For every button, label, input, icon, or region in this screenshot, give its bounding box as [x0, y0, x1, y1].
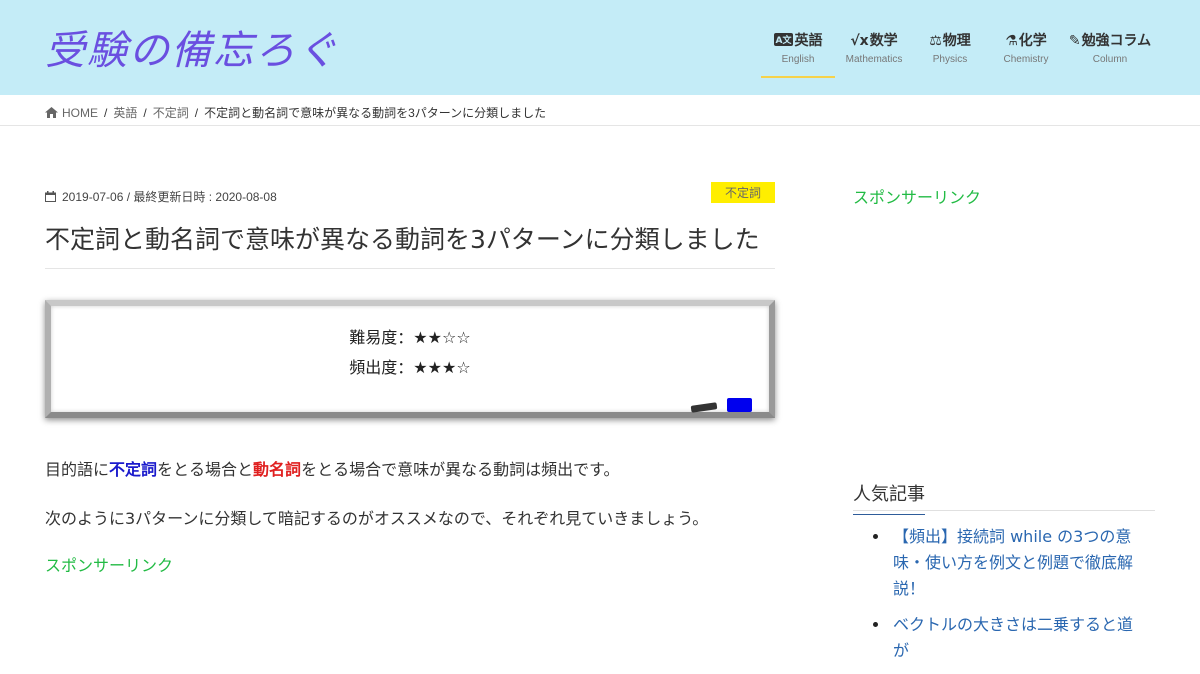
breadcrumb-infinitive[interactable]: 不定詞 [153, 104, 189, 121]
published-date: 2019-07-06 [62, 189, 124, 204]
eraser-icon [690, 402, 718, 413]
popular-list: 【頻出】接続詞 while の3つの意味・使い方を例文と例題で徹底解説！ ベクト… [873, 524, 1143, 674]
article-title: 不定詞と動名詞で意味が異なる動詞を3パターンに分類しました [45, 220, 775, 269]
difficulty-board: 難易度：★★☆☆ 頻出度：★★★☆ [45, 300, 775, 418]
nav-item-physics[interactable]: ⚖物理 Physics [913, 30, 987, 65]
nav-item-chemistry[interactable]: ⚗化学 Chemistry [989, 30, 1063, 65]
popular-item[interactable]: ベクトルの大きさは二乗すると道が [873, 612, 1143, 664]
nav-sub: Chemistry [1003, 54, 1049, 65]
home-icon [45, 107, 58, 118]
nav-sub: Physics [932, 54, 968, 65]
updated-date: / 最終更新日時 : 2020-08-08 [123, 190, 277, 204]
nav-label: 数学 [869, 33, 898, 49]
nav-sub: English [781, 54, 815, 65]
translate-icon: A文 [773, 33, 794, 46]
frequency-rating: 頻出度：★★★☆ [349, 358, 471, 377]
breadcrumb-separator: / [143, 105, 147, 120]
nav-sub: Mathematics [845, 54, 903, 65]
intro-paragraph: 目的語に不定詞をとる場合と動名詞をとる場合で意味が異なる動詞は頻出です。 [45, 456, 619, 480]
edit-icon: ✎ [1068, 33, 1081, 49]
sponsored-link-label: スポンサーリンク [45, 556, 174, 575]
second-paragraph: 次のように3パターンに分類して暗記するのがオススメなので、それぞれ見ていきましょ… [45, 509, 709, 528]
sqrt-icon: √x [850, 33, 869, 49]
marker-icon [727, 398, 752, 412]
breadcrumb-separator: / [104, 105, 108, 120]
nav-label: 英語 [794, 33, 823, 49]
difficulty-rating: 難易度：★★☆☆ [349, 328, 471, 347]
nav-item-column[interactable]: ✎勉強コラム Column [1065, 30, 1155, 65]
site-header: 受験の備忘ろぐ A文 英語 English √x数学 Mathematics ⚖物… [0, 0, 1200, 95]
breadcrumb-home[interactable]: HOME [62, 106, 98, 120]
breadcrumb-bar: HOME / 英語 / 不定詞 / 不定詞と動名詞で意味が異なる動詞を3パターン… [0, 95, 1200, 126]
popular-item[interactable]: 【頻出】接続詞 while の3つの意味・使い方を例文と例題で徹底解説！ [873, 524, 1143, 602]
breadcrumb-separator: / [194, 105, 199, 120]
nav-label: 勉強コラム [1081, 33, 1152, 49]
category-badge[interactable]: 不定詞 [710, 182, 775, 203]
nav-item-english[interactable]: A文 英語 English [761, 30, 835, 78]
article-meta: 2019-07-06 / 最終更新日時 : 2020-08-08 [45, 188, 277, 205]
nav-item-math[interactable]: √x数学 Mathematics [837, 30, 911, 65]
breadcrumb-english[interactable]: 英語 [113, 104, 137, 121]
flask-icon: ⚗ [1005, 33, 1018, 49]
site-logo[interactable]: 受験の備忘ろぐ [45, 18, 339, 76]
nav-sub: Column [1092, 54, 1128, 65]
text-segment: をとる場合で意味が異なる動詞は頻出です。 [301, 460, 620, 479]
sidebar-sponsored-label: スポンサーリンク [853, 188, 982, 207]
balance-scale-icon: ⚖ [929, 33, 942, 49]
breadcrumb-current: 不定詞と動名詞で意味が異なる動詞を3パターンに分類しました [204, 106, 547, 120]
highlight-gerund: 動名詞 [253, 460, 302, 479]
calendar-icon [45, 191, 56, 202]
global-nav: A文 英語 English √x数学 Mathematics ⚖物理 Physic… [759, 30, 1155, 78]
popular-heading: 人気記事 [853, 480, 1155, 515]
text-segment: 目的語に [45, 460, 110, 479]
nav-label: 物理 [942, 33, 971, 49]
popular-title: 人気記事 [853, 480, 925, 515]
text-segment: をとる場合と [157, 460, 254, 479]
breadcrumb: HOME / 英語 / 不定詞 / 不定詞と動名詞で意味が異なる動詞を3パターン… [45, 104, 546, 121]
nav-label: 化学 [1018, 33, 1047, 49]
highlight-infinitive: 不定詞 [109, 460, 158, 479]
